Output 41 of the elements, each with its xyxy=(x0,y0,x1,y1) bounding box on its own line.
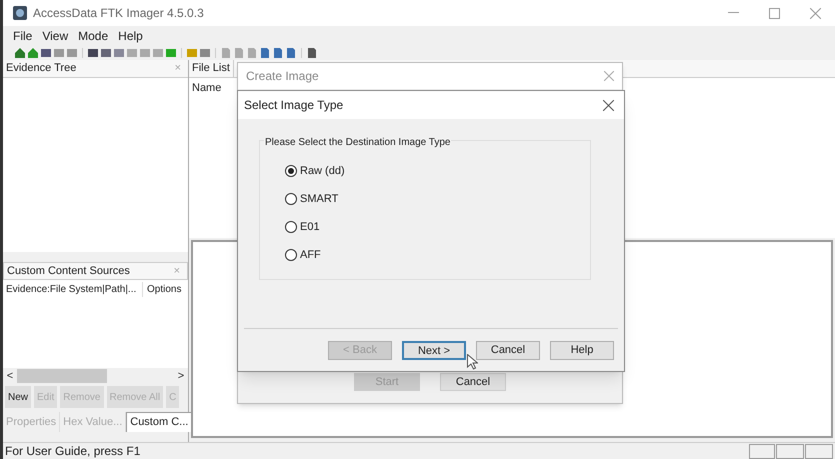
option-label: Raw (dd) xyxy=(300,164,345,179)
dialog-title: Create Image xyxy=(246,68,319,85)
radio-button[interactable] xyxy=(285,249,297,261)
close-icon[interactable] xyxy=(603,100,614,110)
minimize-icon[interactable] xyxy=(728,12,739,14)
status-text: For User Guide, press F1 xyxy=(4,443,140,459)
app-icon xyxy=(13,6,27,20)
scroll-right-button[interactable]: > xyxy=(174,368,188,384)
panel-title: Custom Content Sources xyxy=(7,264,130,279)
radio-button[interactable] xyxy=(285,221,297,233)
button[interactable]: Cancel xyxy=(476,340,540,360)
button[interactable]: Cancel xyxy=(440,373,506,391)
button[interactable]: Next > xyxy=(402,340,466,360)
scrollbar-thumb[interactable] xyxy=(17,369,107,383)
button[interactable]: New xyxy=(5,386,32,408)
column-header: Name xyxy=(192,81,222,96)
group-label: Please Select the Destination Image Type xyxy=(264,135,452,150)
page-icon[interactable] xyxy=(307,48,317,58)
panel-title: Evidence Tree xyxy=(6,61,76,76)
maximize-icon[interactable] xyxy=(769,8,780,18)
option-label: E01 xyxy=(300,220,320,235)
radio-button[interactable] xyxy=(285,165,297,177)
option-label: SMART xyxy=(300,192,338,207)
menu-item[interactable]: View xyxy=(42,27,68,45)
menu-item[interactable]: File xyxy=(13,27,32,45)
dialog-title: Select Image Type xyxy=(244,97,344,114)
tab[interactable]: Custom C... xyxy=(126,412,192,432)
window-title: AccessData FTK Imager 4.5.0.3 xyxy=(33,5,204,22)
radio-button[interactable] xyxy=(285,193,297,205)
button[interactable]: Help xyxy=(550,340,614,360)
menu-item[interactable]: Help xyxy=(118,27,143,45)
column-header: Evidence:File System|Path|... xyxy=(3,282,143,296)
option-label: AFF xyxy=(300,248,321,263)
status-panel xyxy=(805,444,833,458)
scroll-left-button[interactable]: < xyxy=(3,368,17,384)
status-panel xyxy=(749,444,775,458)
panel-tab[interactable]: File List xyxy=(189,60,234,77)
status-panel xyxy=(776,444,804,458)
column-header: Options xyxy=(146,282,182,296)
mouse-cursor-icon xyxy=(467,354,478,370)
menu-item[interactable]: Mode xyxy=(78,27,108,45)
